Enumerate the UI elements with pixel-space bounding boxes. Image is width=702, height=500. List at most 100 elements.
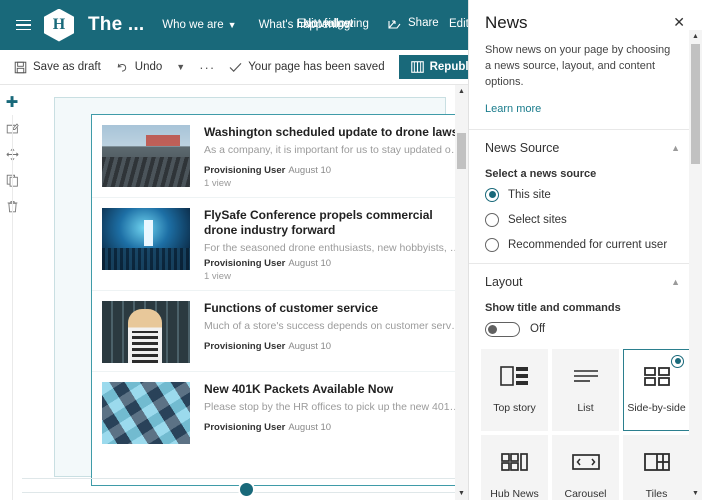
learn-more-link[interactable]: Learn more xyxy=(485,103,702,115)
news-description: As a company, it is important for us to … xyxy=(204,144,462,156)
undo-button[interactable]: Undo xyxy=(115,61,163,74)
list-item[interactable]: Washington scheduled update to drone law… xyxy=(92,115,470,198)
edit-widget-button[interactable]: Edit widget xyxy=(297,18,353,30)
hamburger-menu-icon[interactable] xyxy=(6,19,40,31)
news-thumbnail xyxy=(102,382,190,445)
news-author: Provisioning User xyxy=(204,421,286,433)
carousel-icon xyxy=(571,451,601,478)
chevron-up-icon: ▲ xyxy=(671,142,680,153)
more-options-button[interactable]: ··· xyxy=(199,60,215,75)
news-date: August 10 xyxy=(288,164,332,176)
scroll-down-icon[interactable]: ▼ xyxy=(455,487,468,500)
radio-icon xyxy=(485,187,499,202)
add-section-button[interactable]: ✚ xyxy=(1,89,23,115)
layout-option-top-story[interactable]: Top story xyxy=(481,348,548,431)
checkmark-icon xyxy=(229,62,242,72)
news-author: Provisioning User xyxy=(204,164,286,176)
page-title: News xyxy=(485,13,528,32)
radio-icon xyxy=(485,237,499,252)
chevron-up-icon: ▲ xyxy=(671,276,680,287)
save-icon xyxy=(14,61,27,73)
layout-option-label: Top story xyxy=(493,402,536,415)
news-title[interactable]: Functions of customer service xyxy=(204,301,462,316)
undo-dropdown-button[interactable]: ▼ xyxy=(176,62,185,72)
rail-divider xyxy=(12,115,13,500)
news-meta: Provisioning User August 10 xyxy=(204,258,462,269)
news-author: Provisioning User xyxy=(204,340,286,352)
edit-widget-label: Edit widget xyxy=(297,18,354,30)
hub-news-icon xyxy=(500,451,530,478)
section-layout[interactable]: Layout ▲ xyxy=(469,264,702,300)
radio-recommended-for-current-user[interactable]: Recommended for current user xyxy=(485,237,686,252)
news-meta: Provisioning User August 10 xyxy=(204,165,462,176)
edit-label: Edit xyxy=(449,18,469,30)
site-title[interactable]: The ... xyxy=(88,14,144,36)
news-thumbnail xyxy=(102,125,190,187)
tiles-icon xyxy=(642,451,672,478)
chevron-down-icon: ▼ xyxy=(176,62,186,72)
undo-label: Undo xyxy=(134,61,163,73)
layout-option-label: List xyxy=(577,402,594,415)
radio-label: This site xyxy=(508,188,551,201)
layout-option-label: Side-by-side xyxy=(627,402,686,415)
news-meta: Provisioning User August 10 xyxy=(204,341,462,352)
news-title[interactable]: Washington scheduled update to drone law… xyxy=(204,125,462,140)
section-title: Layout xyxy=(485,274,523,289)
page-section[interactable]: Washington scheduled update to drone law… xyxy=(54,97,470,486)
command-bar: Save as draft Undo ▼ ··· Your page has b… xyxy=(0,50,520,85)
radio-label: Recommended for current user xyxy=(508,238,668,251)
close-icon[interactable]: ✕ xyxy=(670,13,688,31)
news-property-pane: News ✕ Show news on your page by choosin… xyxy=(468,0,702,500)
radio-select-sites[interactable]: Select sites xyxy=(485,212,686,227)
nav-item-who-we-are[interactable]: Who we are ▼ xyxy=(162,19,236,31)
canvas-scrollbar-thumb[interactable] xyxy=(457,133,466,169)
nav-label: Who we are xyxy=(162,19,224,31)
show-title-commands-label: Show title and commands xyxy=(485,301,621,314)
list-icon xyxy=(571,365,601,392)
radio-this-site[interactable]: This site xyxy=(485,187,686,202)
news-title[interactable]: FlySafe Conference propels commercial dr… xyxy=(204,208,462,238)
edit-button[interactable]: Edit xyxy=(449,18,469,30)
layout-option-side-by-side[interactable]: Side-by-side xyxy=(623,348,690,431)
pane-description: Show news on your page by choosing a new… xyxy=(485,44,671,88)
layout-tile-grid-row2: Hub News Carousel Tiles xyxy=(481,434,690,500)
layout-option-list[interactable]: List xyxy=(552,348,619,431)
layout-option-tiles[interactable]: Tiles xyxy=(623,434,690,500)
chevron-down-icon: ▼ xyxy=(227,20,237,30)
share-label: Share xyxy=(408,17,439,29)
scroll-up-icon[interactable]: ▲ xyxy=(689,30,702,43)
list-item[interactable]: Functions of customer service Much of a … xyxy=(92,291,470,373)
top-story-icon xyxy=(499,365,530,392)
section-news-source[interactable]: News Source ▲ xyxy=(469,130,702,166)
pane-scrollbar[interactable]: ▲ ▼ xyxy=(689,30,702,500)
news-description: Please stop by the HR offices to pick up… xyxy=(204,401,462,414)
canvas-scrollbar[interactable]: ▲ ▼ xyxy=(455,85,468,500)
radio-icon xyxy=(485,212,499,227)
pane-scrollbar-thumb[interactable] xyxy=(691,44,700,164)
ellipsis-icon: ··· xyxy=(199,59,216,75)
site-logo[interactable]: H xyxy=(44,8,74,42)
layout-option-hub-news[interactable]: Hub News xyxy=(481,434,548,500)
scroll-up-icon[interactable]: ▲ xyxy=(455,85,468,98)
news-webpart[interactable]: Washington scheduled update to drone law… xyxy=(91,114,470,486)
page-canvas: Washington scheduled update to drone law… xyxy=(22,85,470,500)
scroll-down-icon[interactable]: ▼ xyxy=(689,487,702,500)
show-title-commands-toggle[interactable]: Off xyxy=(485,321,686,337)
news-source-field-label: Select a news source xyxy=(485,167,597,180)
news-description: For the seasoned drone enthusiasts, new … xyxy=(204,241,462,254)
list-item[interactable]: New 401K Packets Available Now Please st… xyxy=(92,372,470,452)
layout-option-carousel[interactable]: Carousel xyxy=(552,434,619,500)
layout-tile-grid-row1: Top story List Side-by-side xyxy=(481,348,690,431)
save-as-draft-button[interactable]: Save as draft xyxy=(14,61,101,74)
news-date: August 10 xyxy=(288,258,332,270)
list-item[interactable]: FlySafe Conference propels commercial dr… xyxy=(92,198,470,292)
add-section-handle[interactable] xyxy=(238,481,255,498)
news-title[interactable]: New 401K Packets Available Now xyxy=(204,382,462,397)
news-thumbnail xyxy=(102,207,190,270)
section-title: News Source xyxy=(485,140,560,155)
undo-icon xyxy=(117,63,126,72)
share-button[interactable]: Share xyxy=(388,17,439,29)
toggle-switch[interactable] xyxy=(485,321,520,337)
section-toolbar: ✚ xyxy=(0,85,24,500)
selected-radio-icon xyxy=(671,354,684,368)
